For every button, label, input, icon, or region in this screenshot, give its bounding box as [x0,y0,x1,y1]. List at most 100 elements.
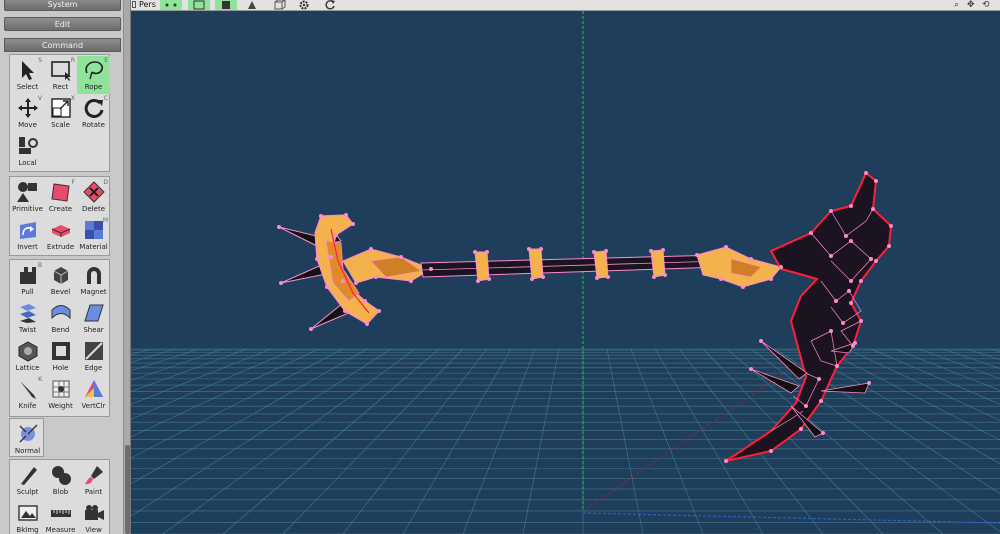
vertex-point [887,244,891,248]
pull-icon [20,267,36,284]
vertex-point [329,255,333,259]
vertex-point [853,341,857,345]
view-mode-label[interactable]: Pers [139,0,156,10]
tool-label: Rotate [82,121,105,129]
scrollbar-thumb[interactable] [125,445,130,534]
edge-icon [85,342,103,360]
tool-label: Blob [52,488,69,496]
scene-canvas[interactable] [131,11,1000,534]
tool-view[interactable]: View [77,499,110,534]
panel-toggle-icon[interactable] [132,1,136,8]
tool-vertclr[interactable]: VertClr [77,375,110,413]
panel-scrollbar[interactable] [124,0,131,534]
vertex-point [719,277,723,281]
pan-arrows-icon[interactable]: ✥ [967,0,975,10]
rotate-view-icon[interactable]: ⟲ [982,0,990,10]
tool-primitive[interactable]: Primitive [11,178,44,216]
tool-sculpt[interactable]: Sculpt [11,461,44,499]
rotate-icon [84,98,104,118]
toolbar-toggle-object[interactable] [241,0,263,10]
tool-scale[interactable]: X Scale [44,94,77,132]
tool-pull[interactable]: B Pull [11,261,44,299]
vertex-point [399,255,403,259]
toolbar-toggle-edge[interactable] [188,0,210,10]
tool-measure[interactable]: Measure [44,499,77,534]
tool-material[interactable]: M Material [77,216,110,254]
vertex-point [592,250,596,254]
shortcut-key: R [70,57,75,64]
grid-line [131,348,152,356]
tool-label: Pull [21,288,34,296]
tool-rotate[interactable]: C Rotate [77,94,110,132]
shortcut-key: F [71,179,75,186]
vertex-point [661,248,665,252]
tool-weight[interactable]: Weight [44,375,77,413]
toolbar-toggle-vertex[interactable] [160,0,182,10]
tool-label: Knife [18,402,37,410]
tool-knife[interactable]: K Knife [11,375,44,413]
grid-line [522,348,560,534]
tool-label: Scale [51,121,70,129]
weight-mesh-icon [52,380,70,398]
vertex-point [541,275,545,279]
command-header[interactable]: Command [4,38,121,52]
vertex-point [319,214,323,218]
tool-label: Delete [82,205,105,213]
tool-bend[interactable]: Bend [44,299,77,337]
tool-twist[interactable]: Twist [11,299,44,337]
vertex-point [864,171,868,175]
tool-lattice[interactable]: Lattice [11,337,44,375]
tool-label: Material [79,243,108,251]
scythe-model[interactable] [278,171,893,462]
tool-move[interactable]: V Move [11,94,44,132]
zoom-search-icon[interactable]: ⌕ [954,0,959,10]
edge-mode-icon [193,0,205,10]
vertex-point [341,279,345,283]
tool-bkimg[interactable]: BkImg [11,499,44,534]
tool-label: Magnet [80,288,107,296]
tool-magnet[interactable]: Magnet [77,261,110,299]
toolbar-wireframe[interactable] [268,0,290,10]
tool-extrude[interactable]: Extrude [44,216,77,254]
tool-label: Invert [17,243,38,251]
edit-button[interactable]: Edit [4,17,121,31]
toolbar-reset-view[interactable] [319,0,341,10]
tool-paint[interactable]: Paint [77,461,110,499]
grid-line [402,348,512,534]
tool-rect[interactable]: R Rect [44,56,77,94]
grid-line [702,348,884,534]
system-button[interactable]: System [4,0,121,11]
3d-viewport[interactable] [131,11,1000,534]
vertex-point [849,301,853,305]
tool-edge[interactable]: Edge [77,337,110,375]
tool-delete[interactable]: D Delete [77,178,110,216]
tool-create[interactable]: F Create [44,178,77,216]
vertex-point [604,249,608,253]
tool-rope[interactable]: E Rope [77,56,110,94]
vertex-point [429,267,433,271]
shortcut-key: K [38,376,42,383]
primitive-shapes-icon [17,182,37,202]
toolbar-toggle-face[interactable] [215,0,237,10]
tool-invert[interactable]: Invert [11,216,44,254]
tool-label: Edge [84,364,103,372]
vertex-point [343,309,347,313]
toolbar-settings[interactable] [293,0,315,10]
tool-bevel[interactable]: Bevel [44,261,77,299]
tool-blob[interactable]: Blob [44,461,77,499]
vertex-point [779,265,783,269]
tool-normal[interactable]: Normal [11,420,44,458]
vertex-point [799,427,803,431]
vertex-point [849,239,853,243]
tool-select[interactable]: S Select [11,56,44,94]
command-panel: System Edit Command S Select R Rect E Ro… [0,0,124,534]
tool-hole[interactable]: Hole [44,337,77,375]
grid-line [990,348,1000,353]
knife-icon [20,381,36,399]
vertex-point [663,273,667,277]
vertex-point [849,204,853,208]
rect-select-icon [51,61,71,81]
tool-local[interactable]: Local [11,132,44,170]
handle-shaft [420,254,722,278]
tool-shear[interactable]: Shear [77,299,110,337]
